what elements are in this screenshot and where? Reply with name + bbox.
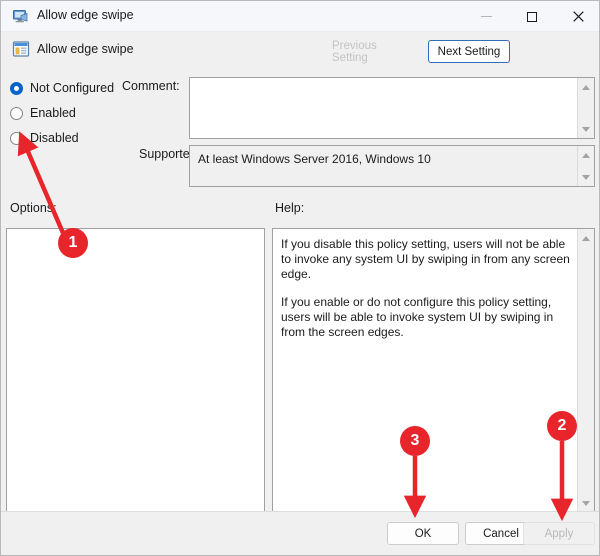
radio-indicator-enabled — [10, 106, 23, 120]
scroll-up-icon[interactable] — [578, 147, 594, 163]
disabled-label: Disabled — [30, 131, 79, 145]
annotation-badge-1: 1 — [58, 228, 88, 258]
dialog-button-bar: OK Cancel Apply — [1, 511, 599, 555]
policy-name: Allow edge swipe — [37, 42, 134, 56]
supported-on-field[interactable]: At least Windows Server 2016, Windows 10 — [189, 145, 595, 187]
help-text: If you disable this policy setting, user… — [281, 237, 572, 353]
comment-label: Comment: — [122, 79, 180, 93]
annotation-badge-3: 3 — [400, 426, 430, 456]
window-title: Allow edge swipe — [37, 8, 134, 22]
options-label: Options: — [10, 201, 57, 215]
comment-scrollbar[interactable] — [577, 78, 594, 138]
apply-button[interactable]: Apply — [523, 522, 595, 545]
enabled-radio[interactable]: Enabled — [10, 106, 76, 120]
minimize-icon[interactable] — [463, 1, 509, 32]
enabled-label: Enabled — [30, 106, 76, 120]
maximize-icon[interactable] — [509, 1, 555, 32]
scroll-down-icon[interactable] — [578, 495, 594, 511]
help-label: Help: — [275, 201, 305, 215]
previous-setting-button[interactable]: Previous Setting — [331, 40, 415, 64]
scroll-down-icon[interactable] — [578, 169, 594, 185]
ok-button[interactable]: OK — [387, 522, 459, 545]
scroll-down-icon[interactable] — [578, 121, 594, 137]
help-panel[interactable]: If you disable this policy setting, user… — [272, 228, 595, 513]
radio-indicator-disabled — [10, 131, 23, 145]
not-configured-label: Not Configured — [30, 81, 115, 95]
window-titlebar: Allow edge swipe — [1, 1, 599, 32]
help-scrollbar[interactable] — [577, 229, 594, 512]
supported-on-value: At least Windows Server 2016, Windows 10 — [198, 152, 431, 166]
next-setting-button[interactable]: Next Setting — [428, 40, 510, 63]
policy-header: Allow edge swipe — [1, 32, 599, 70]
disabled-radio[interactable]: Disabled — [10, 131, 79, 145]
group-policy-setting-dialog: Allow edge swipe Allow edge swipe Previo… — [0, 0, 600, 556]
options-panel[interactable] — [6, 228, 265, 513]
scroll-up-icon[interactable] — [578, 230, 594, 246]
help-paragraph: If you enable or do not configure this p… — [281, 295, 554, 339]
annotation-badge-2: 2 — [547, 411, 577, 441]
close-icon[interactable] — [555, 1, 599, 32]
radio-indicator-not-configured — [10, 81, 23, 95]
comment-input[interactable] — [189, 77, 595, 139]
monitor-policy-icon — [12, 8, 29, 25]
scroll-up-icon[interactable] — [578, 79, 594, 95]
help-paragraph: If you disable this policy setting, user… — [281, 237, 570, 281]
not-configured-radio[interactable]: Not Configured — [10, 81, 114, 95]
group-policy-setting-icon — [12, 40, 30, 58]
supported-on-scrollbar[interactable] — [577, 146, 594, 186]
